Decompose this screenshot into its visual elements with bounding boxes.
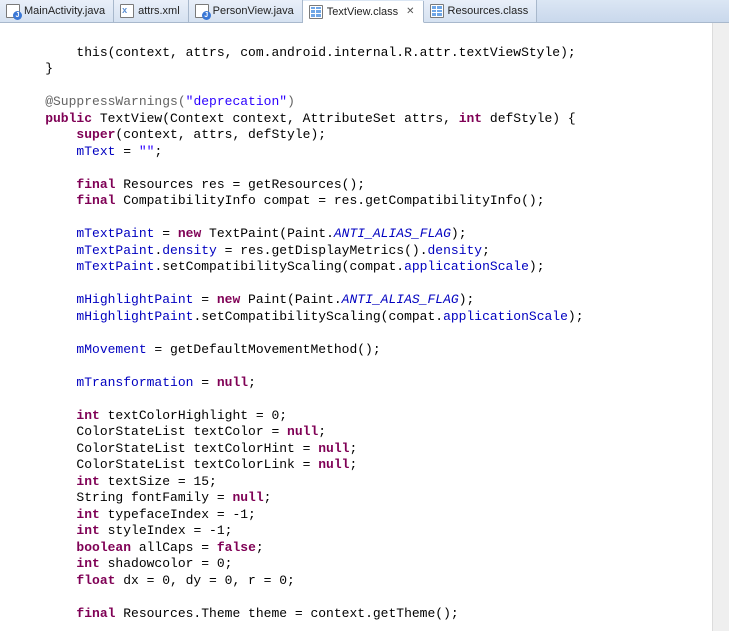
- code-line: mTextPaint: [14, 259, 154, 274]
- code-line: boolean: [14, 540, 131, 555]
- class-file-icon: [309, 5, 323, 19]
- editor-tab-bar: J MainActivity.java x attrs.xml J Person…: [0, 0, 729, 23]
- code-line: float: [14, 573, 115, 588]
- code-line: final: [14, 193, 115, 208]
- code-line: @SuppressWarnings(: [14, 94, 186, 109]
- tab-text-view-class[interactable]: TextView.class ✕: [303, 1, 424, 23]
- code-line: mHighlightPaint: [14, 309, 193, 324]
- code-content: this(context, attrs, com.android.interna…: [0, 23, 729, 631]
- tab-label: attrs.xml: [138, 5, 180, 17]
- vertical-scrollbar[interactable]: [712, 23, 729, 631]
- tab-label: Resources.class: [448, 5, 529, 17]
- code-line: mHighlightPaint: [14, 292, 193, 307]
- code-line: mTextPaint: [14, 243, 154, 258]
- tab-person-view[interactable]: J PersonView.java: [189, 0, 303, 22]
- code-line: ColorStateList textColor =: [14, 424, 287, 439]
- code-line: int: [14, 523, 100, 538]
- code-line: mTextPaint: [14, 226, 154, 241]
- code-line: public: [14, 111, 92, 126]
- code-editor[interactable]: this(context, attrs, com.android.interna…: [0, 23, 729, 631]
- code-line: this(context, attrs, com.android.interna…: [14, 45, 576, 60]
- code-line: int: [14, 556, 100, 571]
- code-line: }: [14, 61, 53, 76]
- code-line: mText: [14, 144, 115, 159]
- tab-label: PersonView.java: [213, 5, 294, 17]
- code-line: int: [14, 474, 100, 489]
- code-line: final: [14, 177, 115, 192]
- code-line: int: [14, 507, 100, 522]
- java-file-icon: J: [195, 4, 209, 18]
- tab-resources-class[interactable]: Resources.class: [424, 0, 538, 22]
- tab-attrs-xml[interactable]: x attrs.xml: [114, 0, 189, 22]
- xml-file-icon: x: [120, 4, 134, 18]
- tab-label: MainActivity.java: [24, 5, 105, 17]
- code-line: int: [14, 408, 100, 423]
- code-line: String fontFamily =: [14, 490, 232, 505]
- code-line: mTransformation: [14, 375, 193, 390]
- class-file-icon: [430, 4, 444, 18]
- code-line: mMovement: [14, 342, 147, 357]
- close-icon[interactable]: ✕: [406, 6, 414, 17]
- code-line: ColorStateList textColorHint =: [14, 441, 318, 456]
- tab-main-activity[interactable]: J MainActivity.java: [0, 0, 114, 22]
- tab-label: TextView.class: [327, 6, 398, 18]
- java-file-icon: J: [6, 4, 20, 18]
- code-line: final: [14, 606, 115, 621]
- code-line: super: [14, 127, 115, 142]
- code-line: ColorStateList textColorLink =: [14, 457, 318, 472]
